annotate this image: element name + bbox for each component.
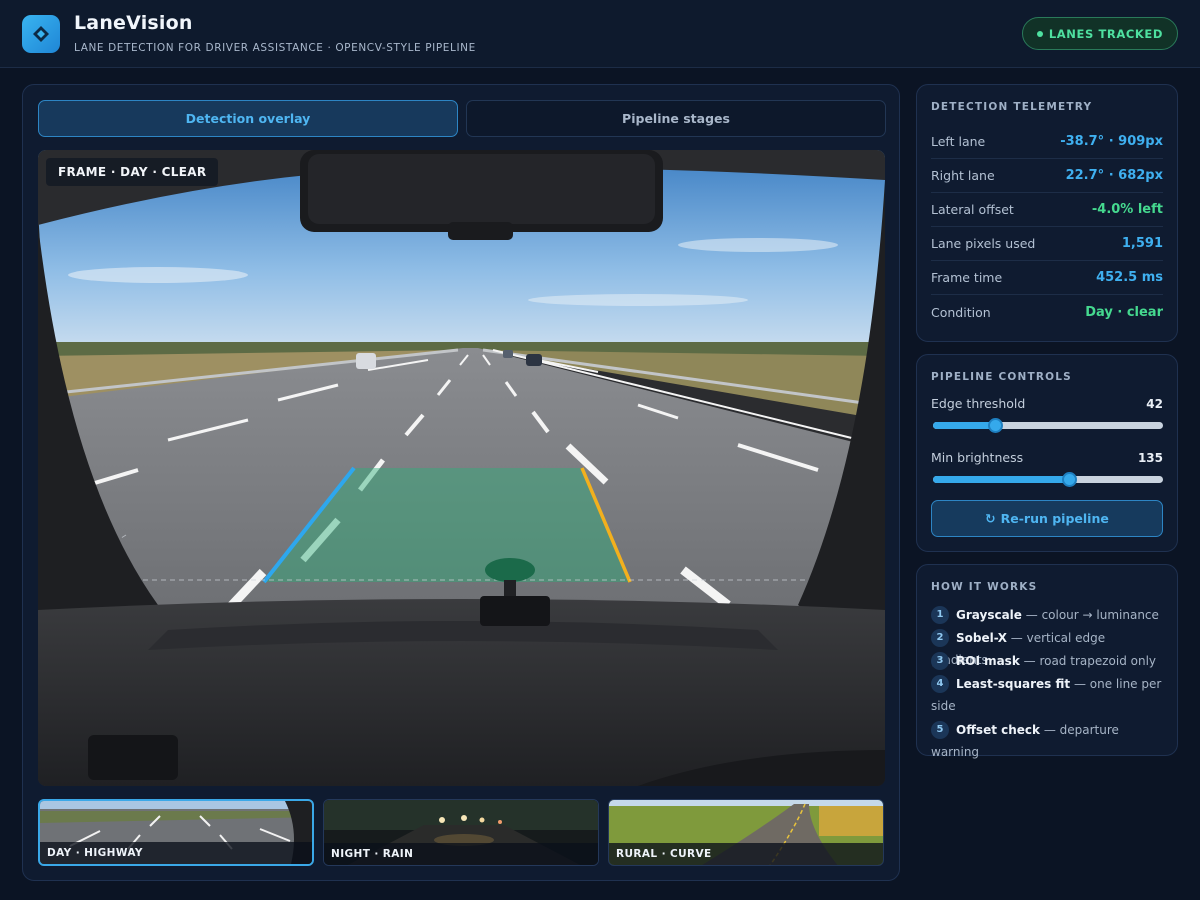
tab-pipeline-stages[interactable]: Pipeline stages	[466, 100, 886, 137]
telemetry-row-left-lane: Left lane -38.7° · 909px	[931, 125, 1163, 159]
rerun-pipeline-button[interactable]: ↻ Re-run pipeline	[931, 500, 1163, 537]
step-name: Grayscale	[956, 608, 1022, 622]
step-name: Offset check	[956, 723, 1041, 737]
telemetry-row-lateral-offset: Lateral offset -4.0% left	[931, 193, 1163, 227]
step-item: 5 Offset check — departure warning	[931, 719, 1165, 763]
step-item: 4 Least-squares fit — one line per side	[931, 673, 1165, 717]
telemetry-row-frame-time: Frame time 452.5 ms	[931, 261, 1163, 295]
step-desc: — colour → luminance	[1021, 608, 1159, 622]
step-item: 3 ROI mask — road trapezoid only	[931, 650, 1165, 672]
edge-threshold-value: 42	[1146, 397, 1163, 411]
tab-detection-overlay[interactable]: Detection overlay	[38, 100, 458, 137]
step-desc: — road trapezoid only	[1019, 654, 1157, 668]
telemetry-value: Day · clear	[1085, 304, 1163, 320]
step-item: 1 Grayscale — colour → luminance	[931, 604, 1165, 626]
telemetry-card: DETECTION TELEMETRY Left lane -38.7° · 9…	[916, 84, 1178, 342]
status-text: LANES TRACKED	[1048, 26, 1163, 41]
telemetry-value: -38.7° · 909px	[1060, 134, 1163, 149]
dashcam-frame	[38, 150, 885, 786]
telemetry-row-lane-pixels: Lane pixels used 1,591	[931, 227, 1163, 261]
telemetry-row-right-lane: Right lane 22.7° · 682px	[931, 159, 1163, 193]
min-brightness-value: 135	[1137, 451, 1163, 465]
step-number: 5	[931, 720, 949, 739]
controls-title: PIPELINE CONTROLS	[931, 371, 1072, 383]
app-subtitle: LANE DETECTION FOR DRIVER ASSISTANCE · O…	[74, 42, 476, 54]
step-number: 1	[931, 605, 949, 624]
telemetry-label: Condition	[931, 304, 991, 320]
telemetry-label: Lane pixels used	[931, 236, 1036, 251]
pipeline-controls-card: PIPELINE CONTROLS Edge threshold 42 Min …	[916, 354, 1178, 552]
telemetry-row-condition: Condition Day · clear	[931, 295, 1163, 329]
status-dot-icon	[1036, 30, 1043, 37]
thumbnail-day-highway[interactable]: DAY · HIGHWAY	[38, 799, 314, 866]
status-badge: LANES TRACKED	[1021, 17, 1178, 50]
telemetry-value: 22.7° · 682px	[1065, 168, 1163, 183]
min-brightness-slider[interactable]	[933, 472, 1163, 487]
step-number: 2	[931, 628, 949, 647]
thumbnail-label: RURAL · CURVE	[609, 843, 883, 865]
refresh-icon: ↻	[985, 511, 996, 526]
how-it-works-title: HOW IT WORKS	[931, 581, 1038, 593]
thumbnail-night-rain[interactable]: NIGHT · RAIN	[323, 799, 599, 866]
slider-fill	[933, 476, 1069, 483]
step-name: Sobel-X	[956, 631, 1007, 645]
min-brightness-label: Min brightness	[931, 450, 1024, 465]
main-panel: Detection overlay Pipeline stages FRAME …	[22, 84, 900, 881]
how-it-works-card: HOW IT WORKS 1 Grayscale — colour → lumin…	[916, 564, 1178, 759]
telemetry-value: 452.5 ms	[1096, 270, 1163, 285]
telemetry-value: -4.0% left	[1091, 202, 1163, 217]
telemetry-label: Left lane	[931, 134, 986, 149]
camera-viewer: FRAME · DAY · CLEAR	[38, 150, 885, 786]
app-header: LaneVision LANE DETECTION FOR DRIVER ASS…	[0, 0, 1200, 68]
app-title: LaneVision	[74, 12, 193, 34]
step-name: Least-squares fit	[956, 677, 1071, 691]
slider-thumb[interactable]	[988, 418, 1004, 433]
telemetry-label: Lateral offset	[931, 202, 1014, 217]
telemetry-value: 1,591	[1121, 236, 1163, 251]
slider-thumb[interactable]	[1061, 472, 1077, 487]
telemetry-title: DETECTION TELEMETRY	[931, 101, 1093, 113]
step-number: 4	[931, 674, 949, 693]
edge-threshold-slider[interactable]	[933, 418, 1163, 433]
edge-threshold-label: Edge threshold	[931, 396, 1026, 411]
thumbnail-label: DAY · HIGHWAY	[40, 842, 312, 864]
step-number: 3	[931, 651, 949, 670]
step-name: ROI mask	[956, 654, 1020, 668]
telemetry-label: Right lane	[931, 168, 995, 183]
diamond-icon	[22, 15, 60, 53]
thumbnail-rural-curve[interactable]: RURAL · CURVE	[608, 799, 884, 866]
frame-label: FRAME · DAY · CLEAR	[46, 158, 219, 186]
thumbnail-label: NIGHT · RAIN	[324, 843, 598, 865]
rerun-label: Re-run pipeline	[1000, 511, 1109, 526]
slider-fill	[933, 422, 996, 429]
telemetry-label: Frame time	[931, 270, 1003, 285]
